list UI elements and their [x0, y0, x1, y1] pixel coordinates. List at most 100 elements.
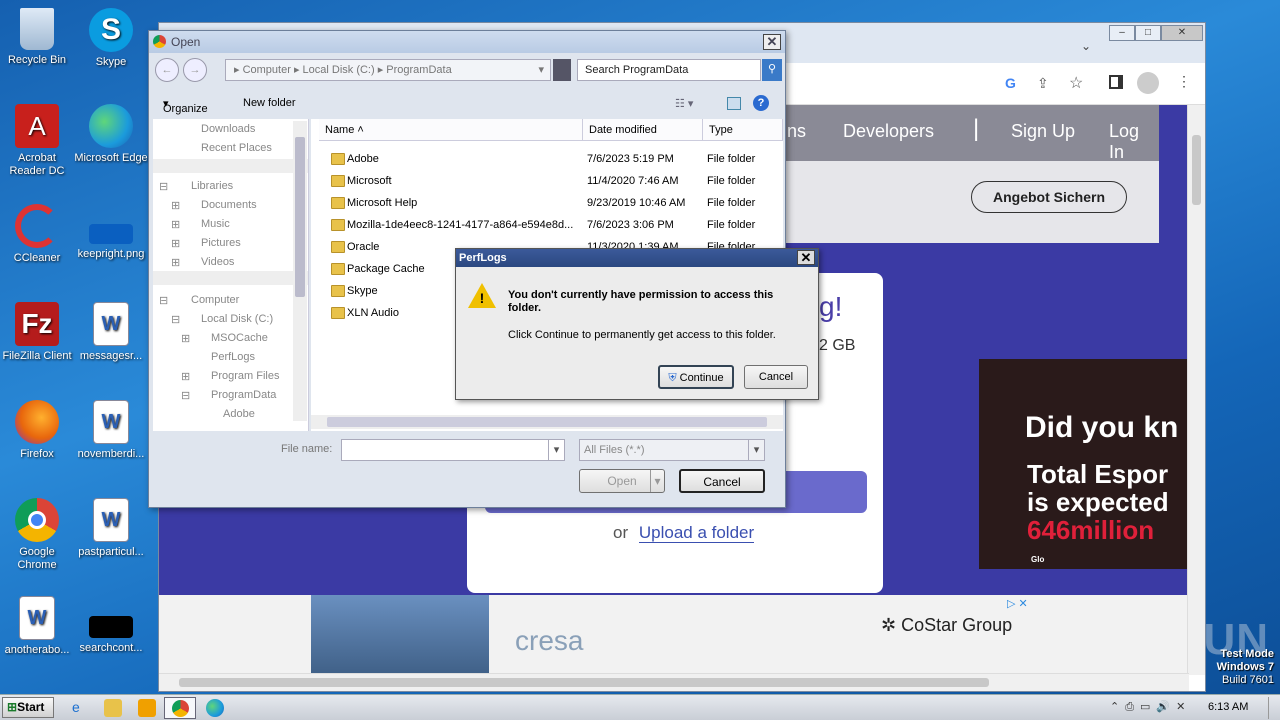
refresh-icon[interactable] [553, 59, 571, 81]
column-header-type[interactable]: Type [703, 119, 783, 141]
expander-icon[interactable]: ⊟ [159, 180, 168, 193]
nav-sign-up[interactable]: Sign Up [1011, 121, 1075, 142]
nav-item-videos[interactable]: Videos [201, 256, 234, 268]
new-folder-button[interactable]: New folder [243, 97, 296, 109]
ad-close-icon[interactable]: ▷ ✕ [1007, 597, 1028, 610]
desktop-icon-chrome[interactable]: Google Chrome [0, 498, 74, 572]
show-desktop-button[interactable] [1268, 697, 1280, 719]
file-row[interactable]: Microsoft Help 9/23/2019 10:46 AM File fol… [311, 192, 783, 214]
close-button[interactable]: ✕ [1161, 25, 1203, 41]
desktop-icon-novemberdi[interactable]: W novemberdi... [74, 400, 148, 461]
desktop-icon-firefox[interactable]: Firefox [0, 400, 74, 461]
nav-item-libraries[interactable]: Libraries [191, 180, 233, 192]
cancel-button[interactable]: Cancel [679, 469, 765, 493]
expander-icon[interactable]: ⊞ [171, 237, 180, 250]
scrollbar-thumb[interactable] [1192, 135, 1201, 205]
angebot-sichern-button[interactable]: Angebot Sichern [971, 181, 1127, 213]
ie-icon[interactable]: e [72, 699, 90, 717]
file-row[interactable]: Mozilla-1de4eec8-1241-4177-a864-e594e8d.… [311, 214, 783, 236]
chevron-down-icon[interactable]: ▾ [748, 440, 764, 460]
chevron-down-icon[interactable]: ▾ [548, 440, 564, 460]
vertical-scrollbar[interactable] [1187, 105, 1205, 675]
menu-icon[interactable]: ⋮ [1177, 73, 1191, 90]
start-button[interactable]: ⊞Start [2, 697, 54, 718]
nav-item-program-files[interactable]: Program Files [211, 370, 279, 382]
nav-log-in[interactable]: Log In [1109, 121, 1159, 163]
breadcrumb-item[interactable]: Computer [243, 64, 291, 76]
expander-icon[interactable]: ⊞ [171, 256, 180, 269]
chevron-down-icon[interactable]: ▾ [650, 470, 664, 492]
organize-button[interactable]: Organize ▾ [163, 97, 208, 115]
share-icon[interactable]: ⇪ [1037, 75, 1049, 92]
chevron-down-icon[interactable]: ▾ [538, 60, 544, 80]
column-header-name[interactable]: Name ˄ [319, 119, 583, 141]
ad-right[interactable]: Did you kn Total Espor is expected 646mi… [979, 359, 1189, 569]
preview-pane-icon[interactable] [727, 97, 741, 110]
expander-icon[interactable]: ⊟ [171, 313, 180, 326]
google-icon[interactable]: G [1005, 75, 1016, 91]
scrollbar-thumb[interactable] [327, 417, 767, 427]
forward-icon[interactable]: → [183, 58, 207, 82]
desktop-icon-filezilla[interactable]: Fz FileZilla Client [0, 302, 74, 363]
nav-item-downloads[interactable]: Downloads [201, 123, 255, 135]
breadcrumb-item[interactable]: Local Disk (C:) [303, 64, 375, 76]
horizontal-scrollbar[interactable] [159, 673, 1189, 691]
maximize-button[interactable]: □ [1135, 25, 1161, 41]
nav-item-local-disk[interactable]: Local Disk (C:) [201, 313, 273, 325]
nav-item-programdata[interactable]: ProgramData [211, 389, 276, 401]
clock[interactable]: 6:13 AM [1208, 701, 1248, 713]
view-options-icon[interactable]: ☷ ▾ [675, 97, 693, 110]
help-icon[interactable]: ? [753, 95, 769, 111]
file-row[interactable]: Microsoft 11/4/2020 7:46 AM File folder [311, 170, 783, 192]
breadcrumb[interactable]: ▸ Computer ▸ Local Disk (C:) ▸ ProgramDa… [225, 59, 551, 81]
expander-icon[interactable]: ⊞ [171, 199, 180, 212]
minimize-button[interactable]: – [1109, 25, 1135, 41]
column-header-date[interactable]: Date modified [583, 119, 703, 141]
back-icon[interactable]: ← [155, 58, 179, 82]
expander-icon[interactable]: ⊞ [181, 332, 190, 345]
taskbar-chrome-button[interactable] [164, 697, 196, 719]
desktop-icon-recycle-bin[interactable]: Recycle Bin [0, 8, 74, 67]
upload-folder-link[interactable]: Upload a folder [638, 523, 755, 543]
scrollbar-thumb[interactable] [179, 678, 989, 687]
file-list-hscrollbar[interactable] [311, 415, 783, 429]
nav-item-computer[interactable]: Computer [191, 294, 239, 306]
file-type-select[interactable]: All Files (*.*) ▾ [579, 439, 765, 461]
edge-icon[interactable] [206, 699, 224, 717]
file-name-input[interactable]: ▾ [341, 439, 565, 461]
media-player-icon[interactable] [138, 699, 156, 717]
desktop-icon-searchcont[interactable]: searchcont... [74, 596, 148, 655]
desktop-icon-edge[interactable]: Microsoft Edge [74, 104, 148, 165]
desktop-icon-keepright[interactable]: keepright.png [74, 204, 148, 261]
nav-item-adobe[interactable]: Adobe [223, 408, 255, 420]
desktop-icon-messages[interactable]: W messagesr... [74, 302, 148, 363]
search-input[interactable]: Search ProgramData ⚲ [577, 59, 782, 81]
expander-icon[interactable]: ⊟ [159, 294, 168, 307]
breadcrumb-item[interactable]: ProgramData [386, 64, 451, 76]
sidepanel-icon[interactable] [1109, 75, 1123, 89]
close-button[interactable]: ✕ [797, 250, 815, 265]
star-icon[interactable]: ☆ [1069, 73, 1083, 93]
nav-scrollbar[interactable] [293, 121, 307, 421]
nav-item-msocache[interactable]: MSOCache [211, 332, 268, 344]
desktop-icon-pastparticul[interactable]: W pastparticul... [74, 498, 148, 559]
nav-item-recent-places[interactable]: Recent Places [201, 142, 272, 154]
chevron-down-icon[interactable]: ⌄ [1081, 39, 1091, 53]
nav-item[interactable]: ns [787, 121, 806, 142]
nav-item-pictures[interactable]: Pictures [201, 237, 241, 249]
cancel-button[interactable]: Cancel [744, 365, 808, 389]
avatar[interactable] [1137, 72, 1159, 94]
nav-item-music[interactable]: Music [201, 218, 230, 230]
desktop-icon-acrobat[interactable]: A Acrobat Reader DC [0, 104, 74, 178]
expander-icon[interactable]: ⊞ [171, 218, 180, 231]
open-button[interactable]: Open ▾ [579, 469, 665, 493]
expander-icon[interactable]: ⊞ [181, 370, 190, 383]
desktop-icon-skype[interactable]: S Skype [74, 8, 148, 69]
nav-developers[interactable]: Developers [843, 121, 934, 142]
expander-icon[interactable]: ⊟ [181, 389, 190, 402]
system-tray[interactable]: ⌃⎙▭🔊✕ [1110, 700, 1191, 714]
scrollbar-thumb[interactable] [295, 137, 305, 297]
nav-item-perflogs[interactable]: PerfLogs [211, 351, 255, 363]
continue-button[interactable]: ⛨ Continue [658, 365, 734, 389]
desktop-icon-ccleaner[interactable]: CCleaner [0, 204, 74, 265]
